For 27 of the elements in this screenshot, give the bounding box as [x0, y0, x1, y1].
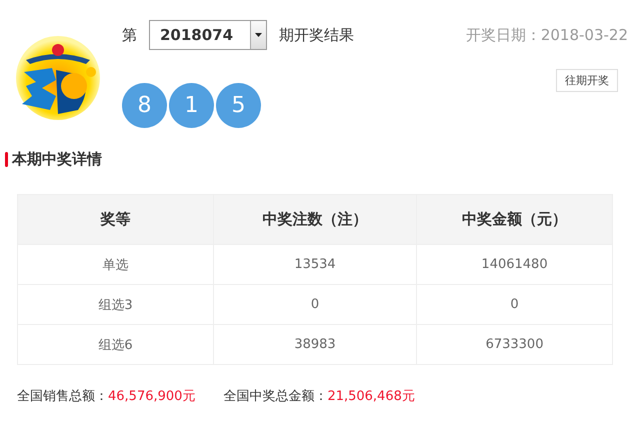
total-value: 21,506,468元 [327, 388, 415, 405]
table-cell: 38983 [214, 325, 418, 365]
table-cell: 组选6 [18, 325, 214, 365]
table-cell: 单选 [18, 245, 214, 285]
total-label: 全国销售总额： [17, 388, 108, 405]
column-header: 中奖注数（注） [214, 195, 418, 245]
table-cell: 组选3 [18, 285, 214, 325]
number-ball: 5 [216, 83, 261, 128]
column-header: 中奖金额（元） [417, 195, 613, 245]
section-marker [5, 152, 8, 167]
number-ball: 8 [122, 83, 167, 128]
issue-prefix: 第 [122, 26, 137, 44]
total-label: 全国中奖总金额： [223, 388, 328, 405]
section-title: 本期中奖详情 [12, 150, 102, 169]
draw-date: 开奖日期：2018-03-22 [466, 26, 628, 44]
issue-suffix: 期开奖结果 [279, 26, 354, 44]
number-ball: 1 [169, 83, 214, 128]
table-cell: 0 [417, 285, 613, 325]
caret-icon [255, 33, 262, 37]
issue-select[interactable]: 2018074 [149, 20, 267, 50]
table-cell: 13534 [214, 245, 418, 285]
history-button[interactable]: 往期开奖 [556, 69, 618, 92]
column-header: 奖等 [18, 195, 214, 245]
table-cell: 14061480 [417, 245, 613, 285]
total-value: 46,576,900元 [108, 388, 196, 405]
table-cell: 0 [214, 285, 418, 325]
table-cell: 6733300 [417, 325, 613, 365]
